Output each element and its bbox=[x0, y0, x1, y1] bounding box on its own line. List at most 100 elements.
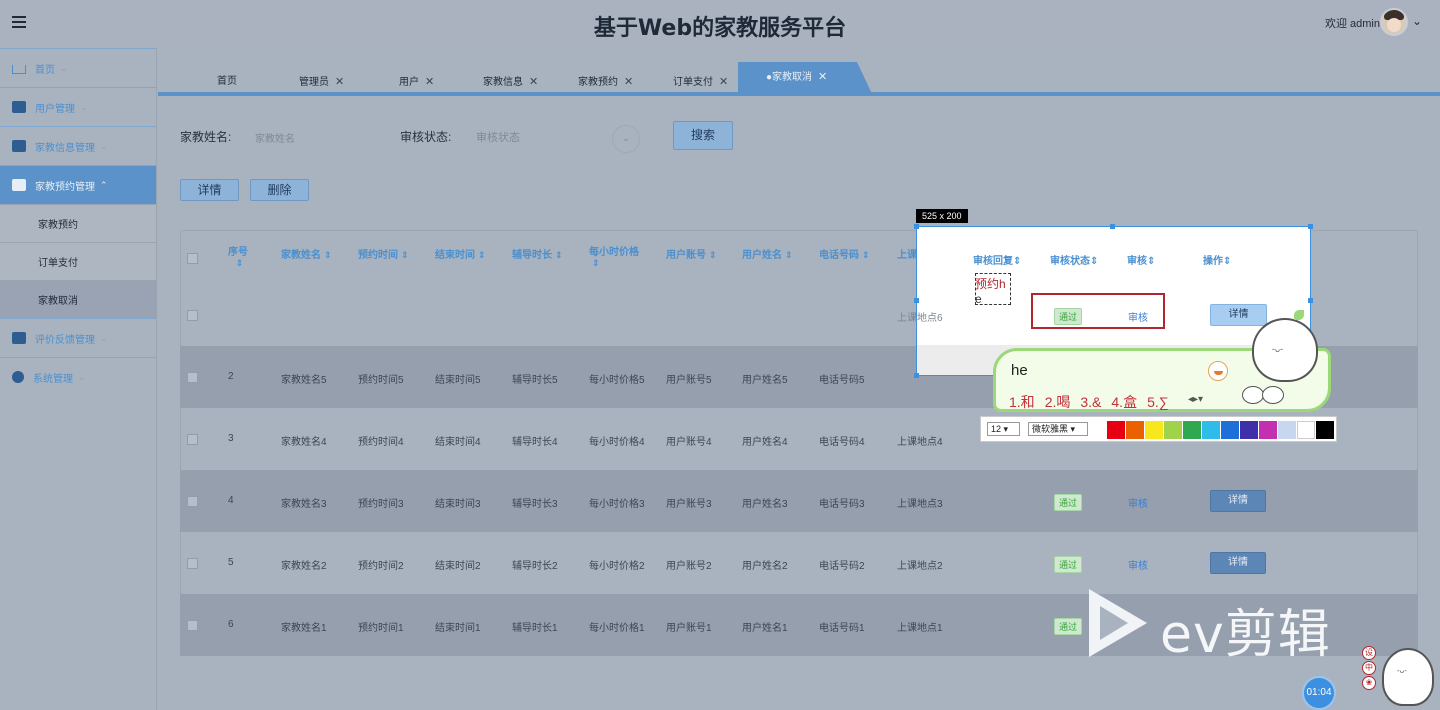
col-header-duration[interactable]: 辅导时长 ⇕ bbox=[512, 246, 563, 261]
col-header-user-name[interactable]: 用户姓名 ⇕ bbox=[742, 246, 793, 261]
color-swatch[interactable] bbox=[1126, 421, 1144, 439]
ime-candidate[interactable]: 2.喝 bbox=[1045, 394, 1071, 410]
col-header-audit-reply[interactable]: 审核回复⇕ bbox=[973, 252, 1021, 267]
sidebar-subitem-cancel[interactable]: 家教取消 bbox=[0, 280, 156, 318]
sidebar-item-booking-mgmt[interactable]: 家教预约管理 ⌃ bbox=[0, 165, 156, 204]
status-select[interactable]: 审核状态 bbox=[476, 129, 520, 145]
sidebar-item-user-mgmt[interactable]: 用户管理 ⌄ bbox=[0, 87, 156, 126]
close-icon[interactable]: ✕ bbox=[624, 76, 633, 88]
ime-candidate[interactable]: 3.& bbox=[1080, 394, 1101, 410]
color-swatch[interactable] bbox=[1259, 421, 1277, 439]
detail-button[interactable]: 详情 bbox=[180, 179, 239, 201]
close-icon[interactable]: ✕ bbox=[335, 76, 344, 88]
table-cell: 预约时间1 bbox=[358, 623, 404, 634]
table-cell: 辅导时长2 bbox=[512, 561, 558, 572]
color-swatch[interactable] bbox=[1240, 421, 1258, 439]
ime-mode-icon[interactable]: 中 bbox=[1362, 661, 1376, 675]
paw-icon[interactable]: ❀ bbox=[1362, 676, 1376, 690]
row-checkbox[interactable] bbox=[187, 496, 198, 507]
font-size-select[interactable]: 12 ▾ bbox=[987, 422, 1020, 436]
tab-tutor-info[interactable]: 家教信息 ✕ bbox=[483, 68, 538, 96]
font-family-select[interactable]: 微软雅黑 ▾ bbox=[1028, 422, 1088, 436]
chevron-down-icon[interactable]: ⌄ bbox=[1412, 14, 1422, 28]
table-cell: 每小时价格3 bbox=[589, 499, 645, 510]
close-icon[interactable]: ✕ bbox=[425, 76, 434, 88]
audit-link[interactable]: 审核 bbox=[1128, 309, 1148, 324]
sidebar-item-system[interactable]: 系统管理 ⌄ bbox=[0, 357, 156, 396]
close-icon[interactable]: ✕ bbox=[529, 76, 538, 88]
sidebar-subitem-payment[interactable]: 订单支付 bbox=[0, 242, 156, 280]
color-swatch[interactable] bbox=[1107, 421, 1125, 439]
col-header-tutor-name[interactable]: 家教姓名 ⇕ bbox=[281, 246, 332, 261]
search-button[interactable]: 搜索 bbox=[673, 121, 733, 150]
audit-link[interactable]: 审核 bbox=[1128, 495, 1148, 510]
color-swatch[interactable] bbox=[1164, 421, 1182, 439]
settings-icon[interactable]: 设 bbox=[1362, 646, 1376, 660]
ime-candidates: 1.和 2.喝 3.& 4.盒 5.∑ bbox=[1009, 392, 1179, 412]
color-swatch[interactable] bbox=[1278, 421, 1296, 439]
resize-handle[interactable] bbox=[1308, 298, 1313, 303]
sidebar-item-home[interactable]: 首页 ⌄ bbox=[0, 48, 156, 87]
row-checkbox[interactable] bbox=[187, 372, 198, 383]
close-icon[interactable]: ✕ bbox=[719, 76, 728, 88]
row-checkbox[interactable] bbox=[187, 620, 198, 631]
recording-timer[interactable]: 01:04 bbox=[1302, 676, 1336, 710]
col-header-hourly-price[interactable]: 每小时价格 ⇕ bbox=[589, 243, 639, 269]
table-cell: 上课地点3 bbox=[897, 499, 943, 510]
color-swatch[interactable] bbox=[1316, 421, 1334, 439]
table-cell: 结束时间2 bbox=[435, 561, 481, 572]
sidebar-subitem-booking[interactable]: 家教预约 bbox=[0, 204, 156, 242]
resize-handle[interactable] bbox=[1308, 224, 1313, 229]
tab-booking[interactable]: 家教预约 ✕ bbox=[578, 68, 633, 96]
ev-watermark: ev剪辑 bbox=[1160, 605, 1331, 665]
detail-button[interactable]: 详情 bbox=[1210, 304, 1267, 326]
table-cell: 预约时间5 bbox=[358, 375, 404, 386]
tab-users[interactable]: 用户 ✕ bbox=[399, 68, 434, 96]
sidebar-item-feedback[interactable]: 评价反馈管理 ⌄ bbox=[0, 318, 156, 357]
avatar[interactable] bbox=[1380, 8, 1408, 36]
tab-admin[interactable]: 管理员 ✕ bbox=[299, 68, 344, 96]
color-swatch[interactable] bbox=[1145, 421, 1163, 439]
ime-candidate[interactable]: 5.∑ bbox=[1147, 394, 1169, 410]
color-swatch[interactable] bbox=[1183, 421, 1201, 439]
delete-button[interactable]: 删除 bbox=[250, 179, 309, 201]
resize-handle[interactable] bbox=[914, 298, 919, 303]
col-header-audit-status[interactable]: 审核状态⇕ bbox=[1050, 252, 1098, 267]
col-header-end-time[interactable]: 结束时间 ⇕ bbox=[435, 246, 486, 261]
tab-payment[interactable]: 订单支付 ✕ bbox=[673, 68, 728, 96]
col-header-start-time[interactable]: 预约时间 ⇕ bbox=[358, 246, 409, 261]
color-swatch[interactable] bbox=[1297, 421, 1315, 439]
ime-candidate[interactable]: 1.和 bbox=[1009, 394, 1035, 410]
emoji-icon[interactable] bbox=[1208, 361, 1228, 381]
detail-button[interactable]: 详情 bbox=[1210, 552, 1266, 574]
ime-candidate[interactable]: 4.盒 bbox=[1111, 394, 1137, 410]
color-swatch[interactable] bbox=[1202, 421, 1220, 439]
sidebar-item-tutor-info[interactable]: 家教信息管理 ⌄ bbox=[0, 126, 156, 165]
col-header-user-account[interactable]: 用户账号 ⇕ bbox=[666, 246, 717, 261]
col-header-index[interactable]: 序号 ⇕ bbox=[228, 243, 248, 269]
col-header-operation[interactable]: 操作⇕ bbox=[1203, 252, 1231, 267]
table-cell: 家教姓名2 bbox=[281, 561, 327, 572]
row-checkbox[interactable] bbox=[187, 434, 198, 445]
tab-home[interactable]: 首页 bbox=[217, 68, 237, 96]
row-checkbox[interactable] bbox=[187, 558, 198, 569]
row-checkbox[interactable] bbox=[187, 310, 198, 321]
resize-handle[interactable] bbox=[914, 224, 919, 229]
resize-handle[interactable] bbox=[1110, 224, 1115, 229]
detail-button[interactable]: 详情 bbox=[1210, 490, 1266, 512]
resize-handle[interactable] bbox=[914, 373, 919, 378]
table-cell: 家教姓名3 bbox=[281, 499, 327, 510]
color-swatch[interactable] bbox=[1221, 421, 1239, 439]
select-all-checkbox[interactable] bbox=[187, 253, 198, 264]
table-cell: 结束时间1 bbox=[435, 623, 481, 634]
close-icon[interactable]: ✕ bbox=[818, 71, 827, 83]
tab-cancel[interactable]: ●家教取消 ✕ bbox=[738, 62, 874, 96]
col-header-phone[interactable]: 电话号码 ⇕ bbox=[819, 246, 870, 261]
col-header-audit[interactable]: 审核⇕ bbox=[1127, 252, 1155, 267]
ime-input-text: he bbox=[1011, 362, 1028, 379]
page-arrows-icon[interactable]: ◂▸▾ bbox=[1188, 394, 1203, 405]
audit-link[interactable]: 审核 bbox=[1128, 557, 1148, 572]
tutor-name-input[interactable]: 家教姓名 bbox=[255, 130, 295, 145]
chevron-down-icon[interactable]: ⌄ bbox=[612, 125, 640, 153]
table-cell: 电话号码4 bbox=[819, 437, 865, 448]
